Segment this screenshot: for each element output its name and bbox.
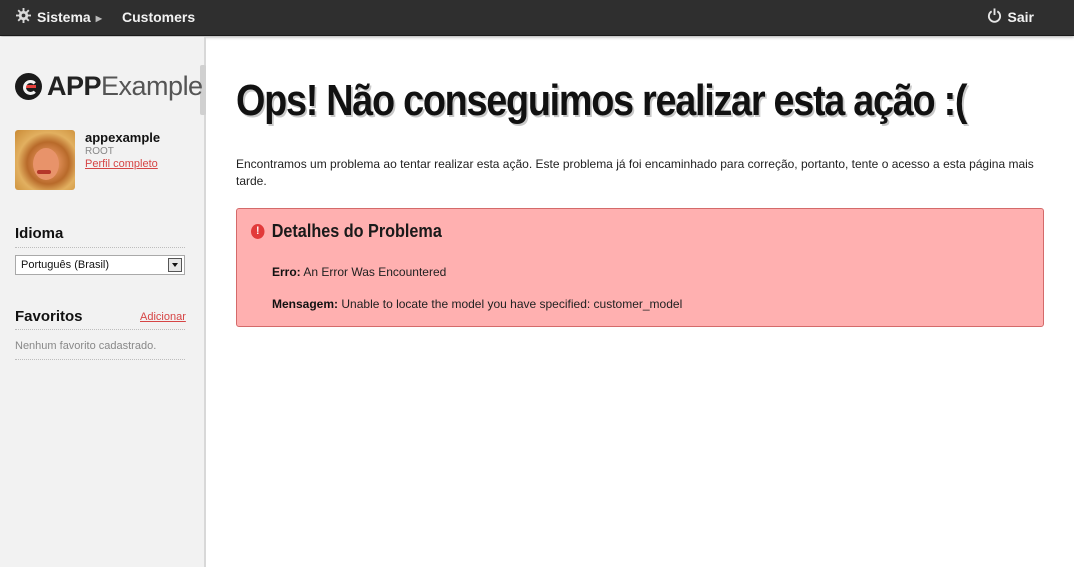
erro-label: Erro: <box>272 265 301 279</box>
profile-link[interactable]: Perfil completo <box>85 158 160 170</box>
logout-button[interactable]: Sair <box>987 0 1034 36</box>
logo-text: APPExample <box>47 70 203 101</box>
favorites-empty-text: Nenhum favorito cadastrado. <box>15 340 157 352</box>
customers-menu[interactable]: Customers <box>122 0 195 36</box>
logo-mark-icon <box>15 72 42 100</box>
mensagem-value: Unable to locate the model you have spec… <box>341 297 683 311</box>
user-name: appexample <box>85 130 161 145</box>
caret-right-icon: ▶ <box>95 13 102 23</box>
divider <box>15 359 185 360</box>
sidebar: APPExample appexample ROOT Perfil comple… <box>0 37 206 567</box>
power-icon <box>987 1 1002 36</box>
language-select[interactable]: Português (Brasil) <box>15 255 185 275</box>
divider <box>15 329 185 330</box>
language-select-value: Português (Brasil) <box>21 259 110 271</box>
add-favorite-link[interactable]: Adicionar <box>140 311 186 323</box>
mensagem-label: Mensagem: <box>272 297 339 311</box>
idioma-heading: Idioma <box>15 225 64 242</box>
error-intro-text: Encontramos um problema ao tentar realiz… <box>236 157 1034 188</box>
app-logo[interactable]: APPExample <box>15 70 203 102</box>
avatar <box>15 130 75 190</box>
top-navigation-bar: Sistema ▶ Customers Sair <box>0 0 1074 36</box>
sair-label: Sair <box>1007 9 1034 25</box>
error-details-title: Detalhes do Problema <box>271 221 442 241</box>
sistema-menu[interactable]: Sistema ▶ <box>16 0 102 36</box>
user-role: ROOT <box>85 146 114 157</box>
sistema-label: Sistema <box>37 9 91 25</box>
message-row: Mensagem: Unable to locate the model you… <box>272 297 682 311</box>
error-details-heading: ! Detalhes do Problema <box>251 221 442 242</box>
chevron-down-icon <box>168 258 182 272</box>
error-row: Erro: An Error Was Encountered <box>272 265 446 279</box>
erro-value: An Error Was Encountered <box>303 265 447 279</box>
favoritos-heading: Favoritos <box>15 308 83 325</box>
user-panel: appexample ROOT Perfil completo <box>15 130 160 190</box>
user-info: appexample ROOT Perfil completo <box>85 130 160 190</box>
gear-icon <box>16 1 31 36</box>
page-title: Ops! Não conseguimos realizar esta ação … <box>236 76 967 125</box>
error-details-box: ! Detalhes do Problema Erro: An Error Wa… <box>236 208 1044 327</box>
divider <box>15 247 185 248</box>
error-icon: ! <box>251 224 265 239</box>
